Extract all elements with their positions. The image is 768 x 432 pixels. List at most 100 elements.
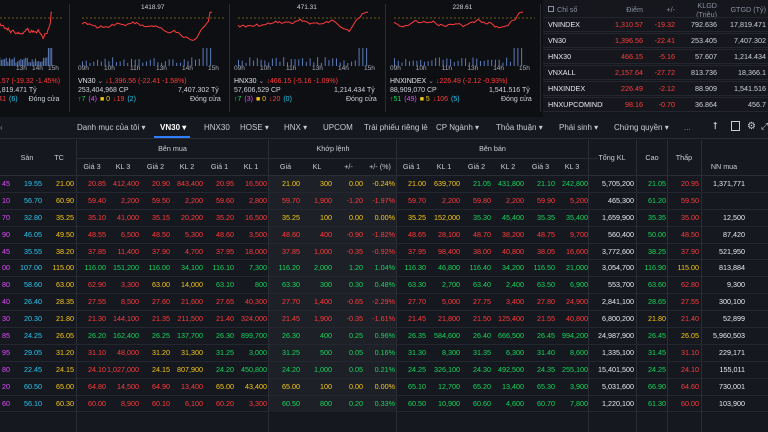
cell-a2: 26.40 <box>473 331 491 341</box>
volume-bar <box>13 57 15 66</box>
tab-hose[interactable]: HOSE ▾ <box>240 123 269 132</box>
cell-b1: 24.20 <box>216 364 234 374</box>
cell-ak2: 4,600 <box>506 398 524 408</box>
index-name: VN30 <box>548 36 566 45</box>
cell-ak2: 38,200 <box>502 229 524 239</box>
th-high[interactable]: Cao <box>638 140 666 176</box>
tab-hnx[interactable]: HNX ▾ <box>284 123 307 132</box>
volume-bar <box>506 57 508 66</box>
expand-icon[interactable]: ⤢ <box>761 121 768 132</box>
index-row[interactable]: VNXALL 2,157.64 -27.72 813.736 18,366.1 <box>543 65 768 80</box>
th-sell[interactable]: Bên bán <box>397 140 588 158</box>
cell-a1: 48.65 <box>408 229 426 239</box>
index-row[interactable]: HNXUPCOMINDEX98.16-0.7036.864456.7 <box>543 97 768 112</box>
cell-ak2: 492,500 <box>498 364 524 374</box>
table-row[interactable]: 40 26.40 28.35 27.55 8,500 27.60 21,600 27.65 40… <box>0 294 768 312</box>
volume-bar <box>100 61 102 66</box>
tab-sectors[interactable]: CP Ngành ▾ <box>436 123 479 132</box>
th-match[interactable]: Khớp lệnh <box>271 140 395 158</box>
cell-b3: 26.20 <box>88 331 106 341</box>
volume-bar <box>332 58 334 66</box>
cell-a3: 116.50 <box>533 263 555 273</box>
cell-nn: 1,371,771 <box>713 179 745 188</box>
cell-b1: 63.10 <box>216 280 234 290</box>
volume-bar <box>30 62 32 66</box>
tab-private-bonds[interactable]: Trái phiếu riêng lẻ <box>364 123 428 132</box>
table-row[interactable]: 30 20.30 21.80 21.30 144,100 21.35 211,500 21.4… <box>0 311 768 329</box>
cell-c0: 45 <box>2 246 10 256</box>
arrow-up-icon[interactable]: ⭡ <box>713 121 718 132</box>
cell-hi: 21.05 <box>648 179 666 188</box>
tab-vn30[interactable]: VN30 ▾ <box>160 123 186 132</box>
table-row[interactable]: 60 56.10 60.30 60.00 8,900 60.10 6,100 60.20 3,3… <box>0 395 768 413</box>
th-low[interactable]: Thấp <box>669 140 699 176</box>
gear-icon[interactable]: ⚙ <box>747 121 756 132</box>
tab-my-watchlist[interactable]: Danh mục của tôi ▾ <box>77 123 146 132</box>
cell-a3: 63.50 <box>537 280 555 290</box>
tab-upcom[interactable]: UPCOM <box>323 123 353 132</box>
cell-ak1: 46,800 <box>438 263 460 273</box>
export-icon[interactable] <box>731 121 740 133</box>
table-row[interactable]: 80 22.45 24.15 24.10 1,027,000 24.15 807,900 24… <box>0 361 768 379</box>
volume-bar <box>509 61 511 66</box>
table-row[interactable]: 00 107.00 115.00 116.00 151,200 116.00 34,100 1… <box>0 260 768 278</box>
cell-nn: 813,884 <box>719 263 745 273</box>
cell-tc: 60.90 <box>56 195 74 205</box>
cell-ch: 0.00 <box>349 212 363 222</box>
index-row[interactable]: VNINDEX 1,310.57 -19.32 792.636 17,819.471 <box>543 17 768 32</box>
th-san[interactable]: Sàn <box>12 140 42 176</box>
volume-bar <box>362 48 364 66</box>
cell-pc: -0.92% <box>372 246 395 256</box>
table-row[interactable]: 95 29.05 31.20 31.10 48,000 31.20 31,300 31.25 3… <box>0 344 768 362</box>
cell-tc: 21.80 <box>56 314 74 324</box>
time-tick: 15h <box>48 65 59 72</box>
index-row[interactable]: HNX30 466.15 -5.16 57.607 1,214.434 <box>543 49 768 64</box>
table-row[interactable]: 70 32.80 35.25 35.10 41,000 35.15 20,200 35.20 1… <box>0 209 768 227</box>
th-foreign[interactable]: NN mua <box>703 158 745 176</box>
table-row[interactable]: 85 24.25 26.05 26.20 162,400 26.25 137,700 26.3… <box>0 328 768 345</box>
cell-a1: 21.45 <box>408 314 426 324</box>
index-row[interactable]: HNXINDEX 226.49 -2.12 88.909 1,541.516 <box>543 81 768 96</box>
cell-hi: 66.90 <box>648 381 666 391</box>
scroll-left-icon[interactable]: ‹ <box>0 123 3 132</box>
cell-m: 60.50 <box>282 398 300 408</box>
mini-chart-vnindex[interactable]: 13h 14h 15h 10.57 (-19.32 -1.45%)17,819.471… <box>0 4 70 112</box>
th-buy[interactable]: Bên mua <box>78 140 267 158</box>
cell-m: 63.30 <box>282 280 300 290</box>
mini-chart-hnx30[interactable]: 471.31 09h 10h 11h 13h 14h 15h HNX30 ⌄ ↓466.15 … <box>232 4 386 112</box>
table-row[interactable]: 10 56.70 60.90 59.40 2,200 59.50 2,200 59.60 2,8… <box>0 192 768 210</box>
table-row[interactable]: 90 46.05 49.50 48.55 6,500 48.50 5,300 48.60 3,5… <box>0 226 768 244</box>
cell-pc: 1.04% <box>374 263 395 273</box>
cell-bk3: 8,500 <box>121 297 139 307</box>
time-tick: 09h <box>78 65 89 72</box>
time-tick: 14h <box>493 65 505 72</box>
volume-bar <box>172 59 174 66</box>
volume-bar <box>431 60 433 66</box>
tab-hnx30[interactable]: HNX30 <box>204 123 230 132</box>
table-row[interactable]: 45 35.55 38.20 37.85 11,400 37.90 4,700 37.95 18… <box>0 243 768 261</box>
cell-a1: 24.25 <box>408 364 426 374</box>
volume-bar <box>168 59 170 66</box>
mini-chart-hnxindex[interactable]: 228.61 09h 10h 11h 13h 14h 15h HNXINDEX ⌄ ↓226.… <box>388 4 541 112</box>
cell-s: 35.55 <box>24 246 42 256</box>
volume-bar <box>412 60 414 66</box>
mini-chart-vn30[interactable]: 1418.97 09h 10h 11h 13h 14h 15h VN30 ⌄ ↓1,396.5… <box>76 4 230 112</box>
tab-warrants[interactable]: Chứng quyền ▾ <box>614 123 669 132</box>
cell-tc: 28.35 <box>56 297 74 307</box>
chart-info: VN30 ⌄ ↓1,396.56 (-22.41 -1.58%) 253,404,… <box>78 78 221 103</box>
index-row[interactable]: VN30 1,396.56 -22.41 253.405 7,407.302 <box>543 33 768 48</box>
table-row[interactable]: 20 60.50 65.00 64.80 14,500 64.90 13,400 65.00 4… <box>0 378 768 396</box>
tab-put-through[interactable]: Thỏa thuận ▾ <box>496 123 543 132</box>
th-tc[interactable]: TC <box>44 140 74 176</box>
cell-a3: 27.80 <box>537 297 555 307</box>
cell-a2: 24.30 <box>473 364 491 374</box>
tab-derivatives[interactable]: Phái sinh ▾ <box>559 123 598 132</box>
cell-bk3: 1,027,000 <box>107 364 139 374</box>
cell-hi: 61.20 <box>648 195 666 205</box>
table-row[interactable]: 45 19.55 21.00 20.85 412,400 20.90 843,400 20.9… <box>0 176 768 193</box>
cell-m: 37.85 <box>282 246 300 256</box>
cell-a3: 38.05 <box>537 246 555 256</box>
cell-b1: 60.20 <box>216 398 234 408</box>
more-menu[interactable]: ... <box>684 123 691 132</box>
table-row[interactable]: 80 58.60 63.00 62.90 3,300 63.00 14,000 63.10 80… <box>0 277 768 295</box>
